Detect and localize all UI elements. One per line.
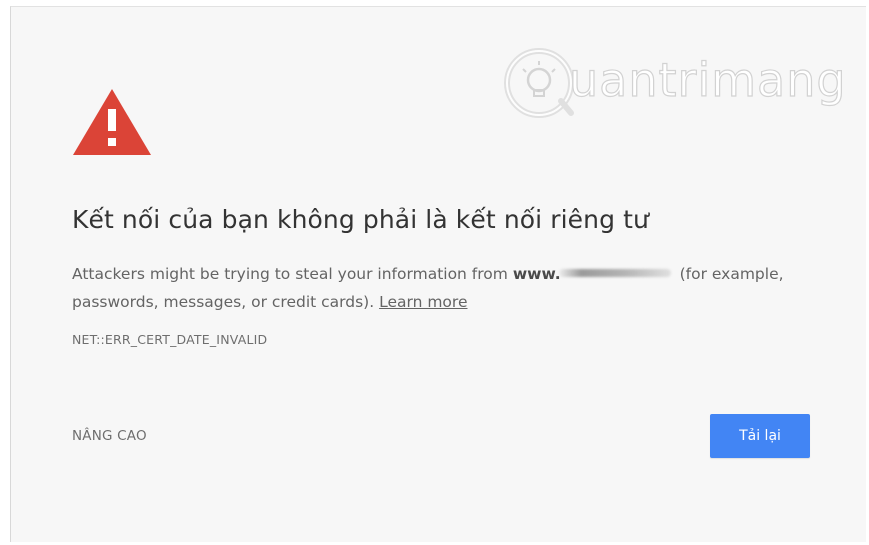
watermark-text: uantrimang [568, 52, 847, 107]
explanation-paragraph: Attackers might be trying to steal your … [72, 260, 817, 316]
message-prefix: Attackers might be trying to steal your … [72, 265, 513, 283]
advanced-button[interactable]: NÂNG CAO [72, 428, 147, 444]
learn-more-link[interactable]: Learn more [379, 293, 467, 311]
site-domain: www. [512, 265, 561, 283]
page-title: Kết nối của bạn không phải là kết nối ri… [72, 205, 649, 234]
interstitial-page: uantrimang Kết nối của bạn không phải là… [10, 6, 866, 542]
redacted-domain [558, 269, 671, 277]
warning-triangle-icon [73, 89, 151, 155]
reload-button[interactable]: Tải lại [710, 414, 810, 458]
error-code: NET::ERR_CERT_DATE_INVALID [72, 332, 268, 347]
